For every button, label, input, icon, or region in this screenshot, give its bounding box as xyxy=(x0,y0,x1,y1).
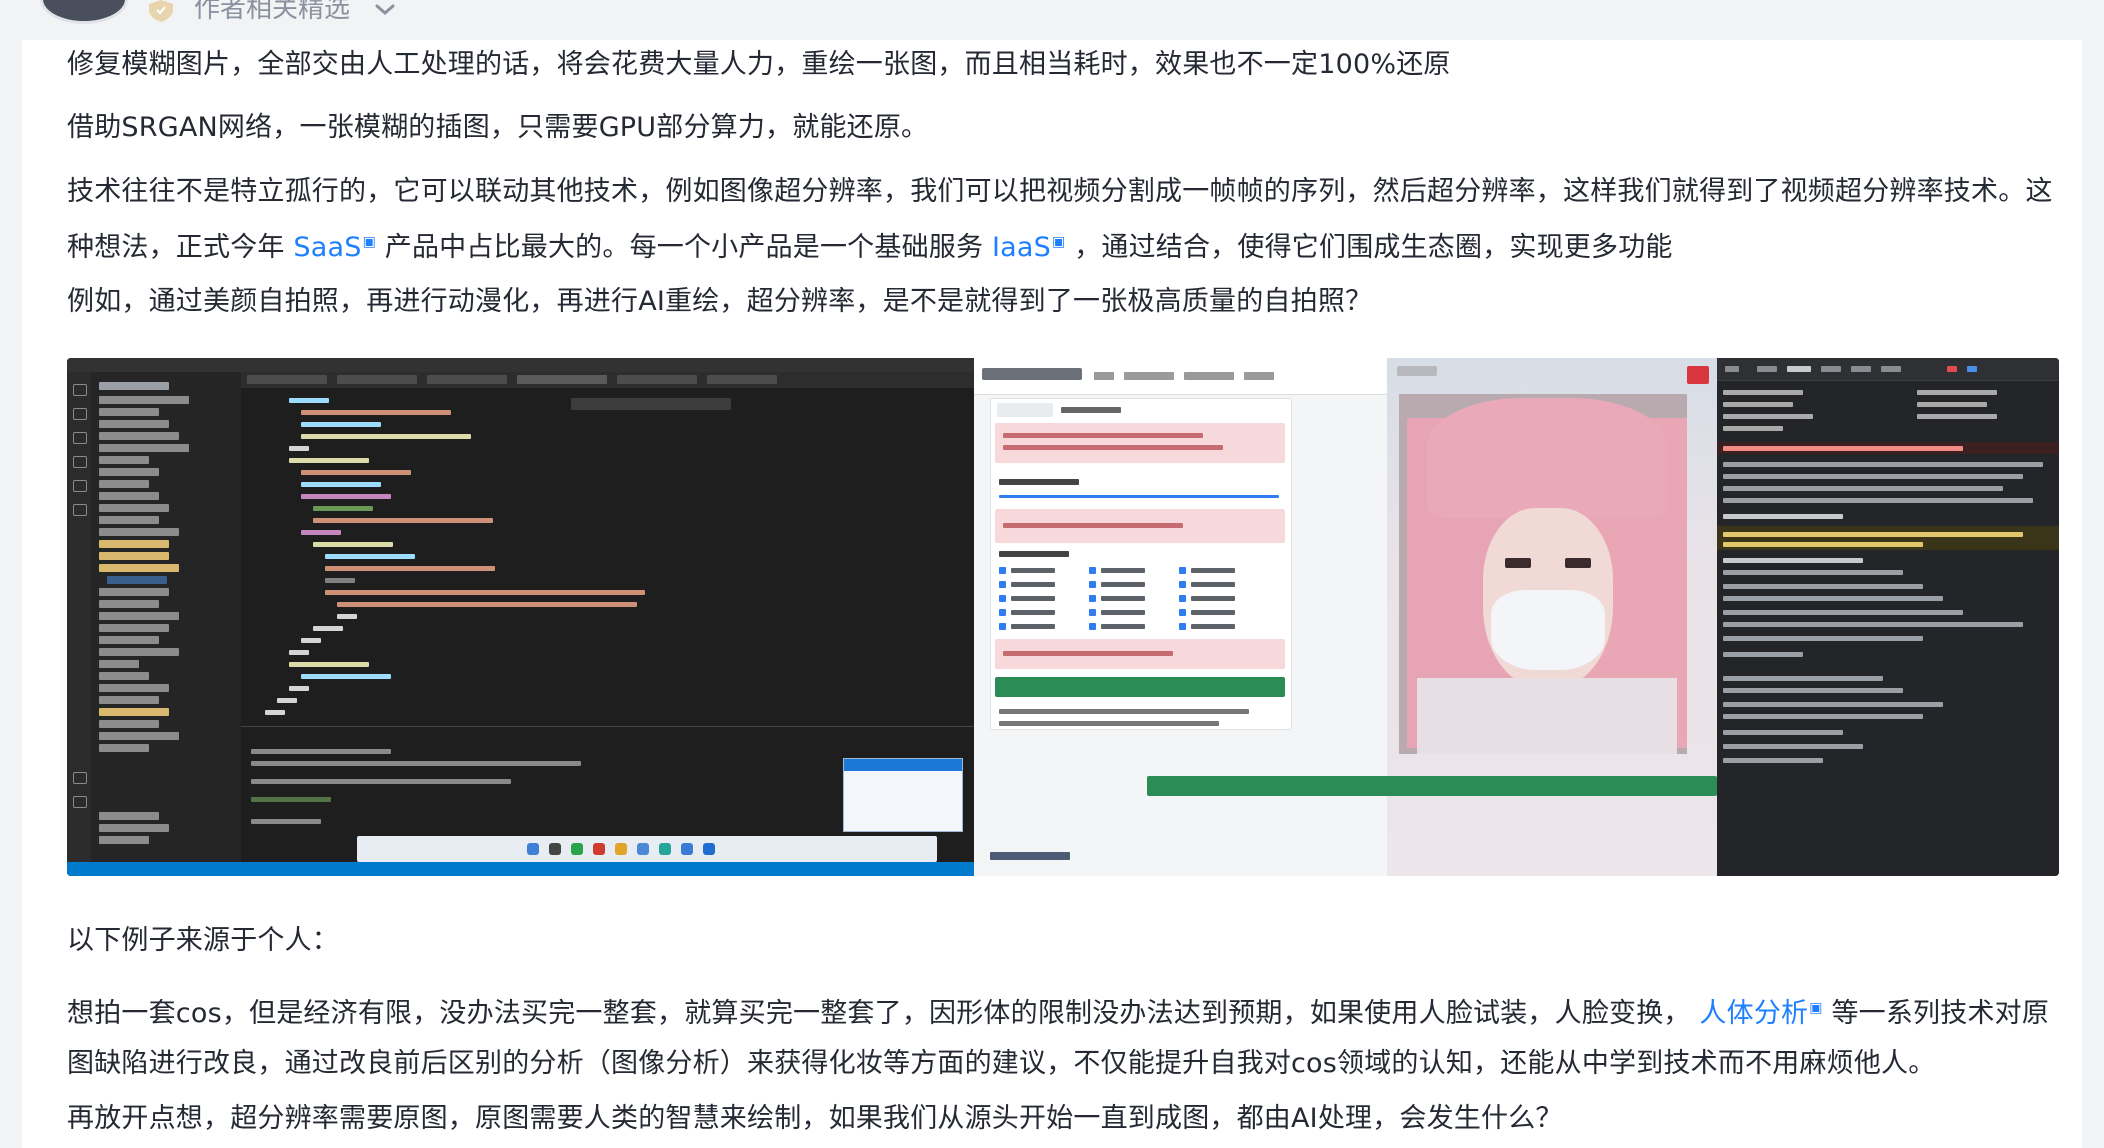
body-analysis-link[interactable]: 人体分析 xyxy=(1699,998,1808,1029)
paragraph-6: 想拍一套cos，但是经济有限，没办法买完一整套，就算买完一整套了，因形体的限制没… xyxy=(67,983,2057,1089)
iaas-link[interactable]: IaaS xyxy=(992,232,1051,263)
chevron-down-icon[interactable] xyxy=(374,0,396,20)
paragraph-3-text-b: 产品中占比最大的。每一个小产品是一个基础服务 xyxy=(376,232,992,263)
baike-link-icon[interactable]: ▣ xyxy=(363,234,376,250)
article-screenshot-image xyxy=(67,358,2059,876)
related-picks-label[interactable]: 作者相关精选 xyxy=(194,0,350,24)
avatar[interactable] xyxy=(40,0,128,24)
ai-web-app-screenshot xyxy=(974,358,1387,876)
paragraph-7: 再放开点想，超分辨率需要原图，原图需要人类的智慧来绘制，如果我们从源头开始一直到… xyxy=(67,1103,1563,1134)
shield-icon xyxy=(149,0,173,22)
baike-link-icon[interactable]: ▣ xyxy=(1809,1000,1822,1016)
baike-link-icon[interactable]: ▣ xyxy=(1052,234,1065,250)
page: 作者相关精选 修复模糊图片，全部交由人工处理的话，将会花费大量人力，重绘一张图，… xyxy=(0,0,2104,1148)
paragraph-6-text-a: 想拍一套cos，但是经济有限，没办法买完一整套，就算买完一整套了，因形体的限制没… xyxy=(67,998,1700,1029)
paragraph-5: 以下例子来源于个人： xyxy=(67,925,339,956)
portrait-photo xyxy=(1147,358,1717,876)
paragraph-2: 借助SRGAN网络，一张模糊的插图，只需要GPU部分算力，就能还原。 xyxy=(67,112,929,143)
paragraph-1: 修复模糊图片，全部交由人工处理的话，将会花费大量人力，重绘一张图，而且相当耗时，… xyxy=(67,49,1451,80)
article-body: 修复模糊图片，全部交由人工处理的话，将会花费大量人力，重绘一张图，而且相当耗时，… xyxy=(22,40,2082,1148)
paragraph-3-text-c: ，通过结合，使得它们围成生态圈，实现更多功能 xyxy=(1065,232,1673,263)
paragraph-4: 例如，通过美颜自拍照，再进行动漫化，再进行AI重绘，超分辨率，是不是就得到了一张… xyxy=(67,286,1373,317)
top-header: 作者相关精选 xyxy=(0,0,2104,40)
paragraph-3: 技术往往不是特立孤行的，它可以联动其他技术，例如图像超分辨率，我们可以把视频分割… xyxy=(67,167,2057,273)
devtools-screenshot xyxy=(1717,358,2059,876)
saas-link[interactable]: SaaS xyxy=(293,232,361,263)
code-editor-screenshot xyxy=(67,358,974,876)
